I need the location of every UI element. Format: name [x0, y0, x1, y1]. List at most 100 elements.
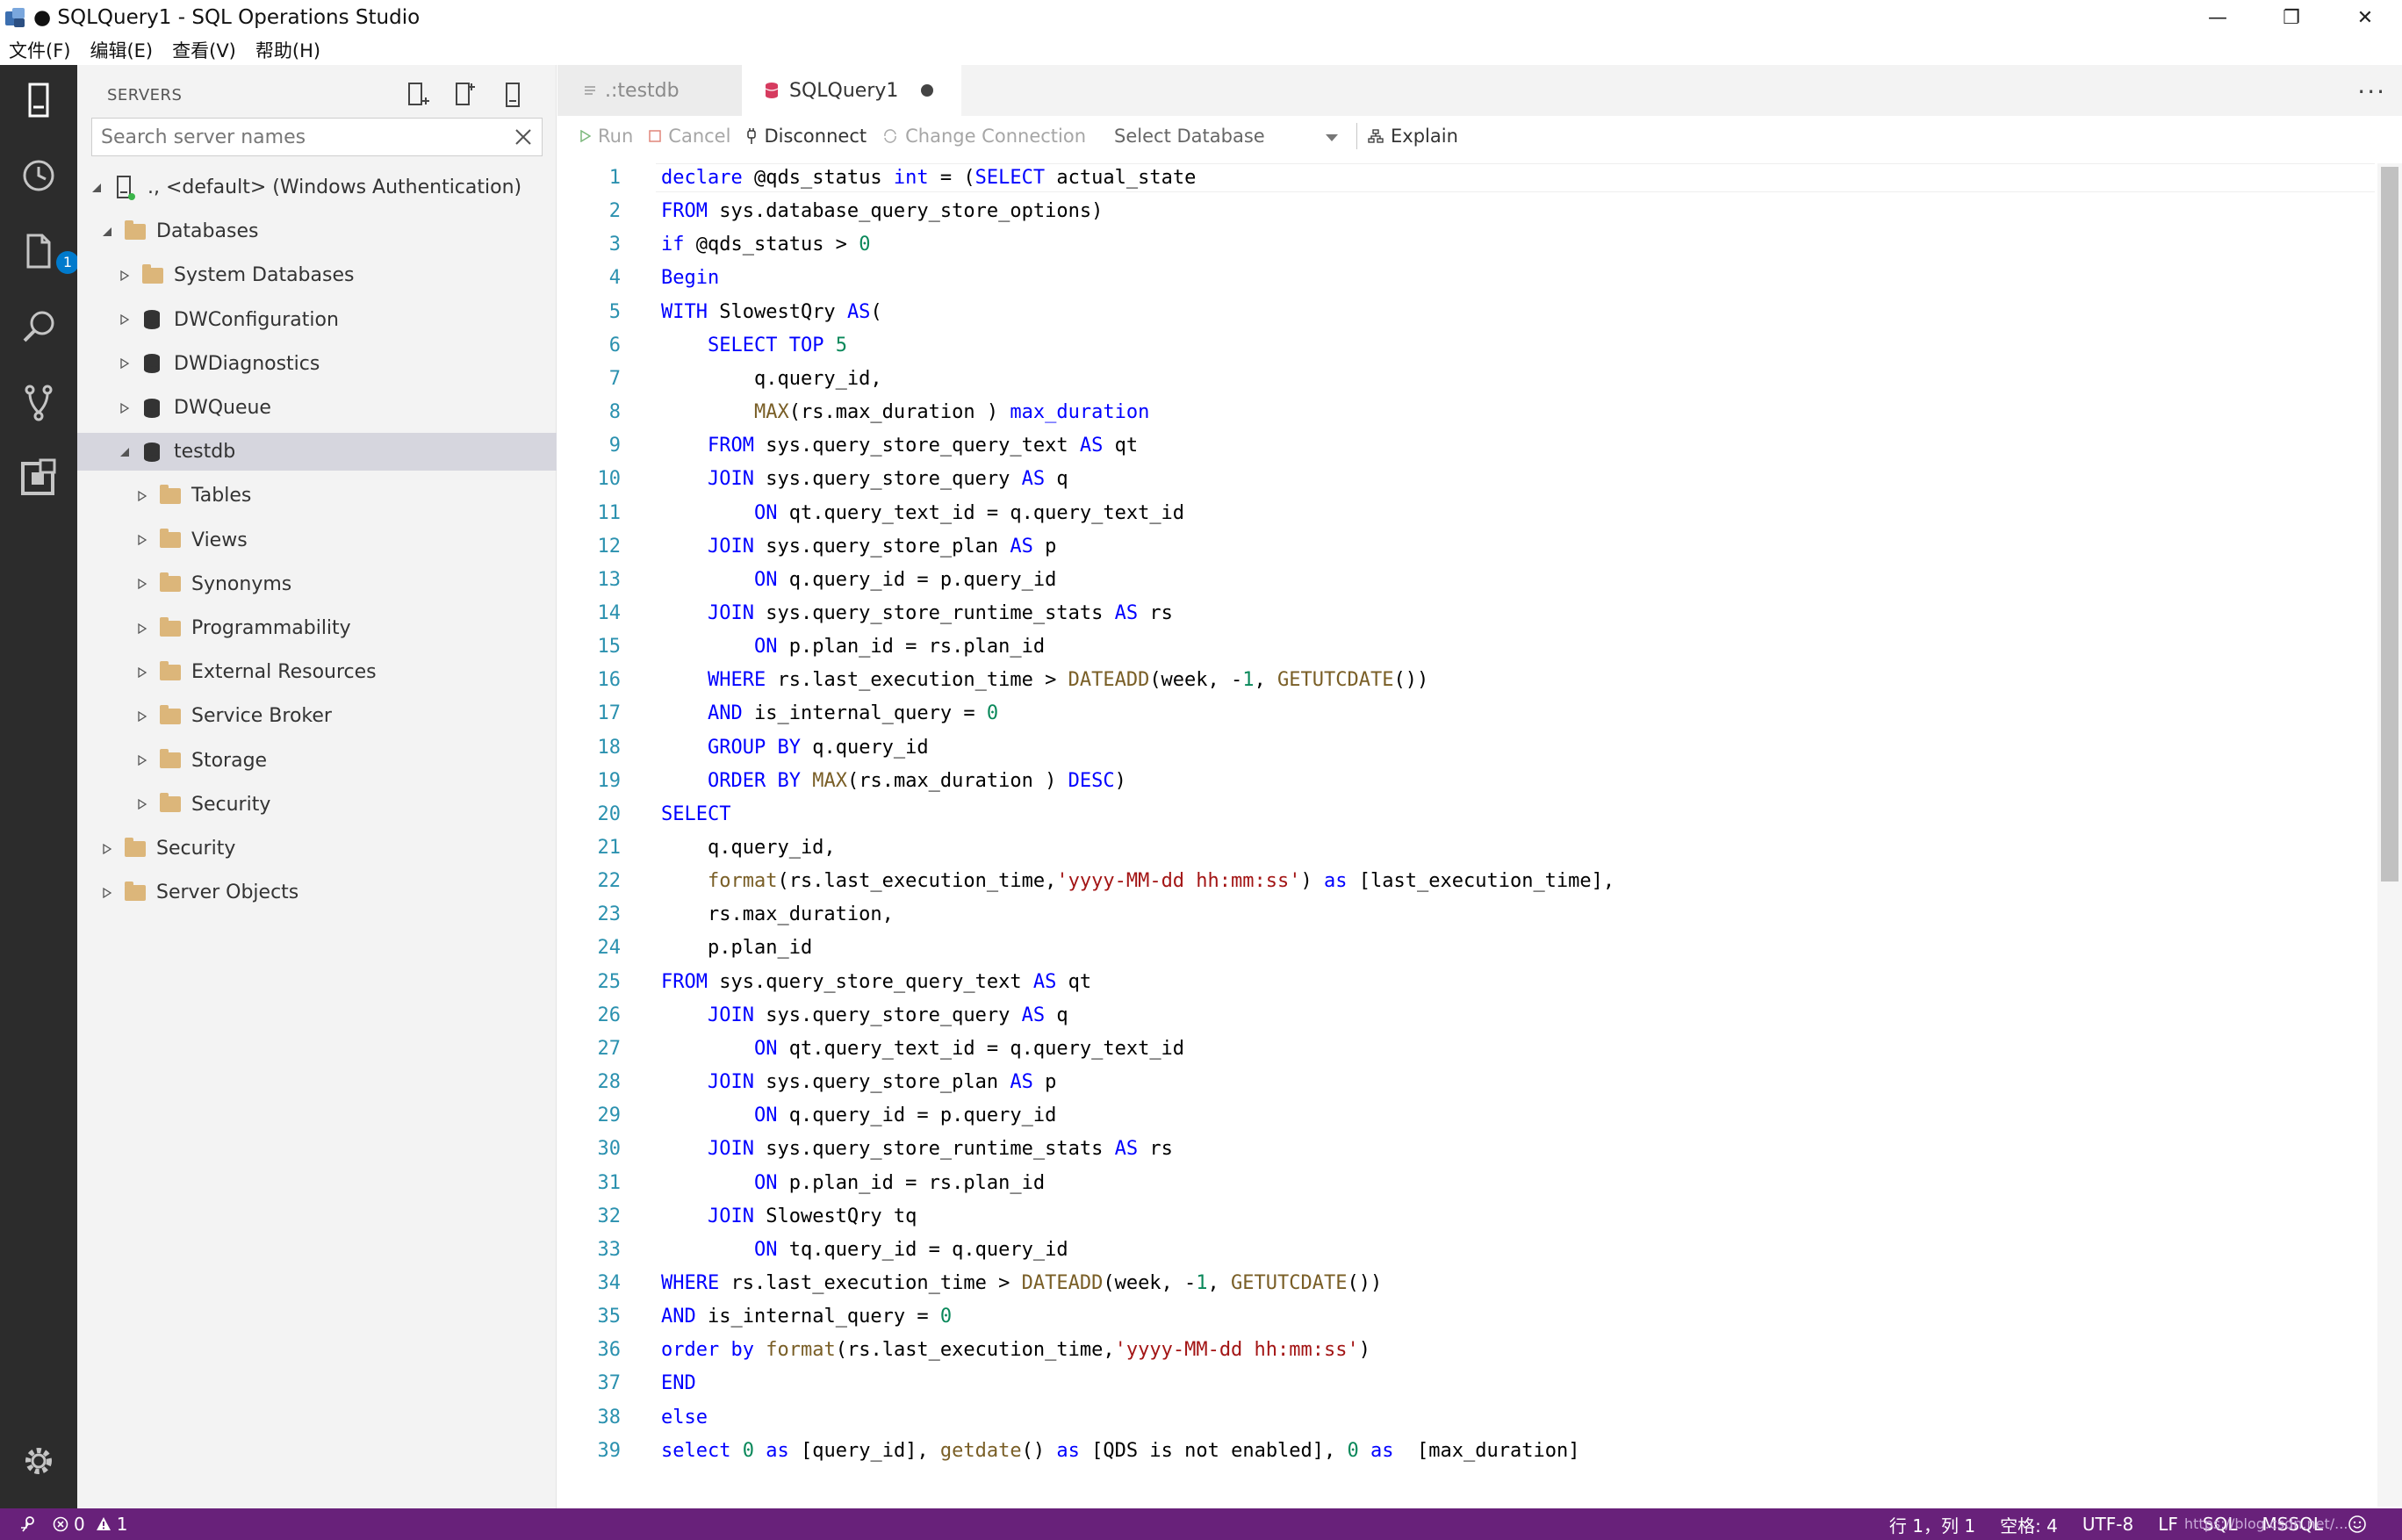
- collapsed-chevron-icon[interactable]: [100, 842, 114, 856]
- tree-item-server[interactable]: ., <default> (Windows Authentication): [77, 169, 557, 206]
- code-line: 38 else: [557, 1403, 2375, 1432]
- tree-item[interactable]: External Resources: [77, 653, 557, 691]
- scrollbar-thumb[interactable]: [2381, 167, 2398, 882]
- collapsed-chevron-icon[interactable]: [135, 797, 149, 811]
- expanded-chevron-icon[interactable]: [90, 181, 104, 195]
- indentation-spaces[interactable]: 空格: 4: [2000, 1512, 2058, 1537]
- code-line: 4 Begin: [557, 263, 2375, 292]
- tree-item[interactable]: Programmability: [77, 609, 557, 647]
- collapsed-chevron-icon[interactable]: [118, 401, 132, 415]
- feedback-smiley-icon[interactable]: [2348, 1515, 2367, 1534]
- tree-item[interactable]: Databases: [77, 212, 557, 250]
- collapsed-chevron-icon[interactable]: [135, 489, 149, 503]
- folder-icon: [160, 704, 181, 724]
- code-text: END: [661, 1372, 696, 1395]
- more-actions-icon[interactable]: ···: [2357, 77, 2386, 106]
- tree-item[interactable]: Security: [77, 830, 557, 867]
- code-line: 23 rs.max_duration,: [557, 900, 2375, 929]
- stop-icon: [649, 130, 662, 142]
- server-label: ., <default> (Windows Authentication): [147, 176, 522, 198]
- collapsed-chevron-icon[interactable]: [135, 622, 149, 636]
- collapsed-chevron-icon[interactable]: [100, 886, 114, 900]
- close-button[interactable]: ✕: [2328, 0, 2402, 35]
- collapsed-chevron-icon[interactable]: [135, 666, 149, 680]
- servers-icon[interactable]: [19, 81, 58, 119]
- explain-label: Explain: [1391, 126, 1458, 147]
- cursor-position[interactable]: 行 1，列 1: [1889, 1512, 1975, 1537]
- collapsed-chevron-icon[interactable]: [118, 356, 132, 371]
- tab-testdb[interactable]: .:testdb: [557, 65, 742, 116]
- code-line: 26 JOIN sys.query_store_query AS q: [557, 1001, 2375, 1030]
- code-text: ORDER BY MAX(rs.max_duration ) DESC): [707, 769, 1126, 792]
- play-icon: [580, 130, 591, 142]
- run-button[interactable]: Run: [580, 126, 633, 147]
- code-line: 1 declare @qds_status int = (SELECT actua…: [557, 163, 2375, 192]
- restore-button[interactable]: ❐: [2255, 0, 2328, 35]
- remote-connection-icon[interactable]: [19, 1515, 37, 1533]
- settings-gear-icon[interactable]: [19, 1442, 58, 1480]
- collapsed-chevron-icon[interactable]: [118, 313, 132, 327]
- cancel-button[interactable]: Cancel: [649, 126, 730, 147]
- editor-scrollbar[interactable]: [2377, 163, 2402, 1507]
- collapsed-chevron-icon[interactable]: [135, 577, 149, 591]
- folder-icon: [125, 837, 146, 857]
- disconnect-button[interactable]: Disconnect: [746, 126, 867, 147]
- collapsed-chevron-icon[interactable]: [135, 753, 149, 767]
- tree-item[interactable]: Service Broker: [77, 697, 557, 735]
- active-connections-icon[interactable]: [489, 77, 536, 112]
- collapsed-chevron-icon[interactable]: [118, 269, 132, 283]
- tree-item[interactable]: System Databases: [77, 256, 557, 294]
- expanded-chevron-icon[interactable]: [118, 445, 132, 459]
- collapsed-chevron-icon[interactable]: [135, 533, 149, 547]
- tree-item[interactable]: DWQueue: [77, 389, 557, 427]
- source-control-icon[interactable]: [19, 383, 58, 421]
- search-icon[interactable]: [19, 307, 58, 346]
- line-number: 10: [597, 468, 622, 491]
- code-text: ON qt.query_text_id = q.query_text_id: [753, 501, 1185, 524]
- menu-view[interactable]: 查看(V): [172, 37, 236, 63]
- tree-item[interactable]: Synonyms: [77, 565, 557, 603]
- tree-item[interactable]: Tables: [77, 477, 557, 515]
- database-icon: [142, 398, 162, 419]
- code-text: JOIN SlowestQry tq: [707, 1205, 917, 1227]
- history-icon[interactable]: [19, 156, 58, 195]
- end-of-line[interactable]: LF: [2158, 1514, 2178, 1535]
- unsaved-dot-icon[interactable]: [921, 84, 934, 97]
- tree-item[interactable]: Server Objects: [77, 874, 557, 911]
- tree-item[interactable]: testdb: [77, 433, 557, 471]
- collapsed-chevron-icon[interactable]: [135, 709, 149, 723]
- line-number: 14: [597, 601, 622, 624]
- new-server-group-icon[interactable]: [442, 77, 489, 112]
- clear-search-icon[interactable]: [512, 126, 535, 148]
- tree-item[interactable]: Security: [77, 786, 557, 824]
- menu-edit[interactable]: 编辑(E): [90, 37, 153, 63]
- line-number: 33: [597, 1238, 622, 1261]
- problems-indicator[interactable]: 0 1: [53, 1514, 127, 1535]
- app-icon: [4, 6, 26, 29]
- menu-help[interactable]: 帮助(H): [255, 37, 320, 63]
- tree-item-label: Programmability: [191, 617, 351, 639]
- code-text: if @qds_status > 0: [661, 234, 871, 256]
- expanded-chevron-icon[interactable]: [100, 225, 114, 239]
- change-connection-button[interactable]: Change Connection: [882, 126, 1086, 147]
- file-encoding[interactable]: UTF-8: [2082, 1514, 2133, 1535]
- extensions-icon[interactable]: [19, 458, 58, 497]
- menu-file[interactable]: 文件(F): [9, 37, 70, 63]
- code-line: 29 ON q.query_id = p.query_id: [557, 1101, 2375, 1130]
- line-number: 13: [597, 568, 622, 591]
- tree-item[interactable]: Storage: [77, 742, 557, 780]
- tree-item[interactable]: Views: [77, 522, 557, 559]
- new-connection-icon[interactable]: [394, 77, 442, 112]
- tab-sqlquery1[interactable]: SQLQuery1: [742, 65, 961, 116]
- tree-item[interactable]: DWDiagnostics: [77, 345, 557, 383]
- explorer-icon[interactable]: 1: [19, 232, 79, 274]
- code-line: 9 FROM sys.query_store_query_text AS qt: [557, 431, 2375, 460]
- tree-item[interactable]: DWConfiguration: [77, 301, 557, 339]
- line-number: 37: [597, 1372, 622, 1395]
- explain-button[interactable]: Explain: [1368, 126, 1458, 147]
- code-editor[interactable]: 1 declare @qds_status int = (SELECT actua…: [557, 163, 2375, 1507]
- code-text: WHERE rs.last_execution_time > DATEADD(w…: [707, 669, 1429, 692]
- minimize-button[interactable]: —: [2181, 0, 2255, 35]
- server-search-input[interactable]: [92, 119, 496, 155]
- select-database-dropdown[interactable]: Select Database: [1102, 121, 1348, 151]
